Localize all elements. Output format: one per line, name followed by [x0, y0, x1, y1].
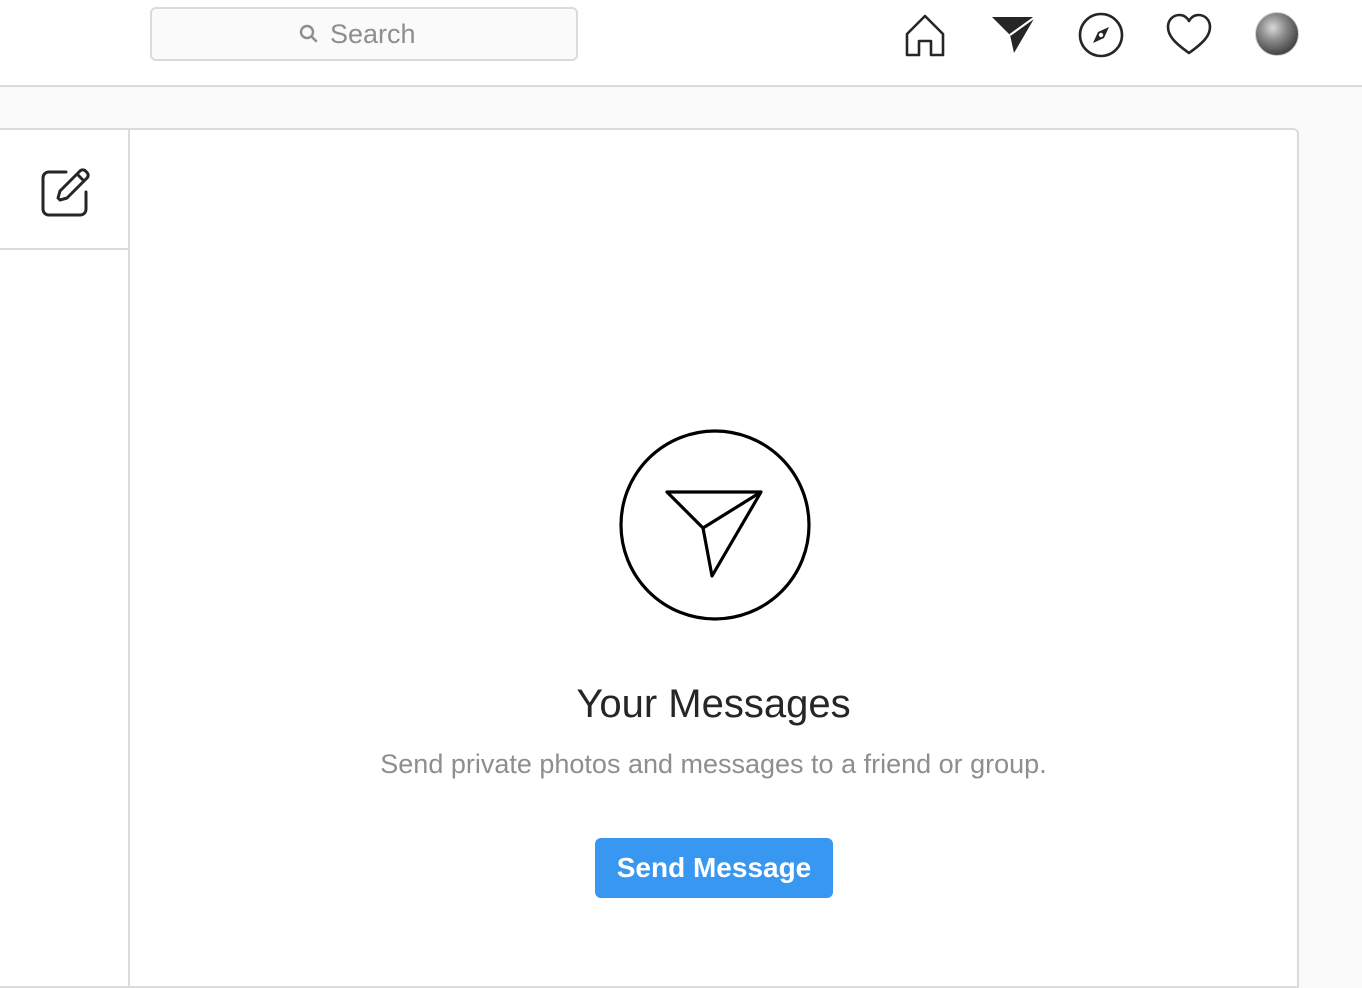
home-icon[interactable] — [900, 10, 950, 60]
compass-icon[interactable] — [1076, 10, 1126, 60]
empty-state-title: Your Messages — [576, 682, 851, 726]
conversation-list — [0, 130, 130, 986]
direct-inbox-panel: Your Messages Send private photos and me… — [0, 128, 1299, 988]
avatar[interactable] — [1255, 12, 1299, 56]
edit-icon — [41, 168, 90, 217]
send-message-button[interactable]: Send Message — [595, 838, 833, 898]
search-icon — [298, 23, 320, 45]
empty-state-subtitle: Send private photos and messages to a fr… — [380, 749, 1047, 779]
top-navigation-bar — [0, 0, 1362, 87]
empty-state: Your Messages Send private photos and me… — [130, 130, 1297, 986]
search-input[interactable] — [330, 18, 430, 50]
paper-plane-circle-icon — [619, 429, 811, 621]
conversation-list-header — [0, 130, 128, 250]
paper-plane-icon[interactable] — [988, 10, 1038, 60]
heart-icon[interactable] — [1164, 10, 1214, 60]
new-message-button[interactable] — [36, 164, 94, 222]
search-box[interactable] — [150, 7, 578, 61]
